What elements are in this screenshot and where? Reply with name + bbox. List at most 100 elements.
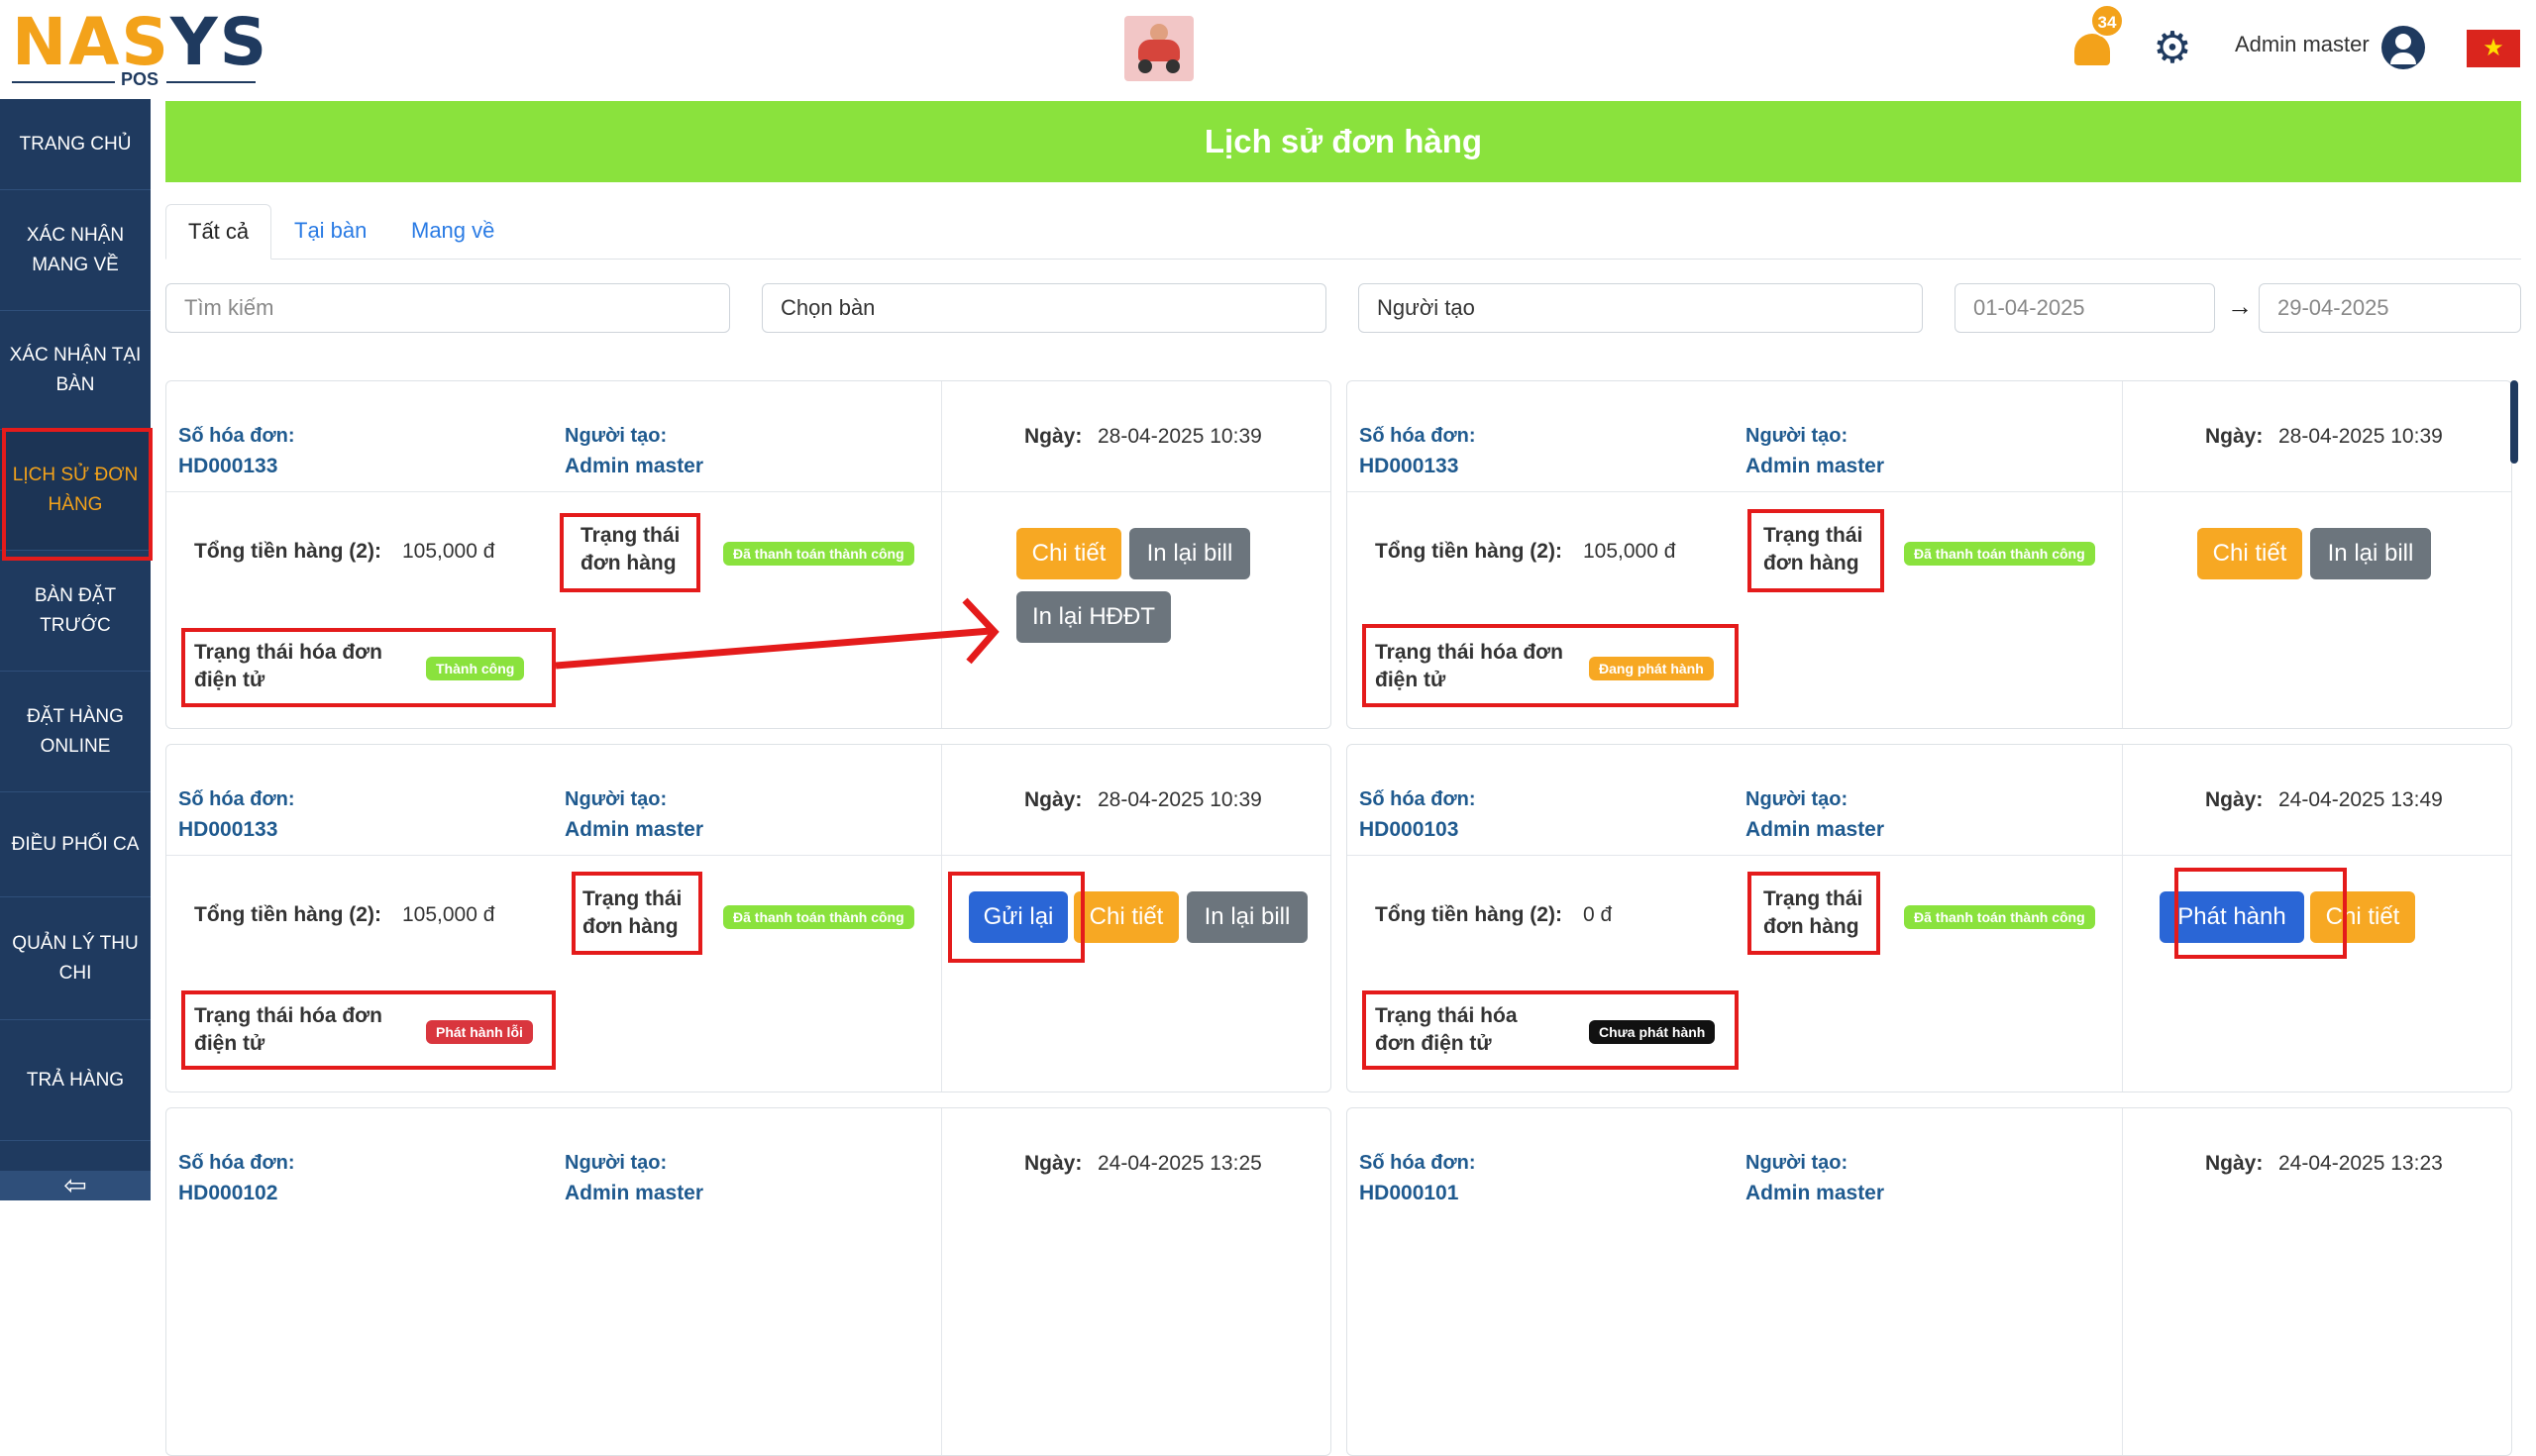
order-card: Số hóa đơn: HD000102 Người tạo: Admin ma… — [165, 1107, 1331, 1456]
invoice-label: Số hóa đơn: — [178, 1152, 295, 1174]
delivery-brand-image — [1124, 16, 1194, 81]
creator-name: Admin master — [1745, 1182, 1885, 1204]
order-date: 24-04-2025 13:25 — [1098, 1152, 1262, 1175]
page-title: Lịch sử đơn hàng — [165, 101, 2521, 182]
sidebar-item-order-history[interactable]: LỊCH SỬ ĐƠN HÀNG — [0, 430, 151, 551]
total-label: Tổng tiền hàng (2): — [194, 903, 381, 926]
sidebar-item-shift-coordination[interactable]: ĐIỀU PHỐI CA — [0, 792, 151, 897]
date-label: Ngày: — [2205, 1152, 2264, 1175]
sidebar-item-income-expense[interactable]: QUẢN LÝ THU CHI — [0, 897, 151, 1020]
order-status-badge: Đã thanh toán thành công — [1904, 905, 2095, 929]
creator-label: Người tạo: — [565, 1152, 668, 1174]
creator-label: Người tạo: — [1745, 1152, 1849, 1174]
creator-label: Người tạo: — [565, 788, 668, 810]
order-status-label: Trạng thái đơn hàng — [1763, 887, 1863, 938]
order-date: 24-04-2025 13:23 — [2278, 1152, 2443, 1175]
creator-name: Admin master — [1745, 818, 1885, 841]
order-date: 28-04-2025 10:39 — [2278, 425, 2443, 448]
total-value: 0 đ — [1583, 903, 1613, 926]
vietnam-flag-icon[interactable]: ★ — [2467, 30, 2520, 67]
order-card: Số hóa đơn: HD000133 Người tạo: Admin ma… — [165, 380, 1331, 729]
total-value: 105,000 đ — [402, 903, 495, 926]
collapse-sidebar-icon[interactable]: ⇦ — [0, 1171, 151, 1200]
sidebar-item-home[interactable]: TRANG CHỦ — [0, 99, 151, 190]
logo-word-b: YS — [169, 4, 269, 80]
einvoice-status-label: Trạng thái hóa đơn điện tử — [194, 1004, 382, 1055]
invoice-number: HD000133 — [178, 455, 278, 477]
date-label: Ngày: — [1024, 425, 1083, 448]
einvoice-status-badge: Chưa phát hành — [1589, 1020, 1716, 1044]
gear-icon[interactable]: ⚙ — [2152, 27, 2193, 70]
notification-count-badge: 34 — [2090, 4, 2124, 38]
order-date: 28-04-2025 10:39 — [1098, 425, 1262, 448]
invoice-label: Số hóa đơn: — [178, 788, 295, 810]
sidebar-item-confirm-takeaway[interactable]: XÁC NHẬN MANG VỀ — [0, 190, 151, 311]
reprint-bill-button[interactable]: In lại bill — [1187, 891, 1308, 943]
einvoice-status-label: Trạng thái hóa đơn điện tử — [1375, 1004, 1518, 1055]
invoice-label: Số hóa đơn: — [1359, 788, 1476, 810]
sidebar-item-online-orders[interactable]: ĐẶT HÀNG ONLINE — [0, 672, 151, 792]
publish-button[interactable]: Phát hành — [2160, 891, 2304, 943]
order-status-label: Trạng thái đơn hàng — [581, 524, 681, 574]
date-label: Ngày: — [2205, 425, 2264, 448]
creator-name: Admin master — [565, 818, 704, 841]
detail-button[interactable]: Chi tiết — [2310, 891, 2415, 943]
date-label: Ngày: — [2205, 788, 2264, 811]
tab-bar: Tất cả Tại bàn Mang về — [165, 204, 2521, 260]
resend-button[interactable]: Gửi lại — [969, 891, 1068, 943]
table-select[interactable]: Chọn bàn — [762, 283, 1326, 333]
date-to-input[interactable]: 29-04-2025 — [2259, 283, 2521, 333]
sidebar-item-reservations[interactable]: BÀN ĐẶT TRƯỚC — [0, 551, 151, 672]
creator-label: Người tạo: — [1745, 788, 1849, 810]
scrollbar[interactable] — [2510, 380, 2518, 464]
invoice-number: HD000101 — [1359, 1182, 1459, 1204]
order-card: Số hóa đơn: HD000101 Người tạo: Admin ma… — [1346, 1107, 2512, 1456]
arrow-right-icon: → — [2227, 291, 2253, 321]
order-card: Số hóa đơn: HD000103 Người tạo: Admin ma… — [1346, 744, 2512, 1092]
detail-button[interactable]: Chi tiết — [2197, 528, 2302, 579]
order-date: 28-04-2025 10:39 — [1098, 788, 1262, 811]
detail-button[interactable]: Chi tiết — [1074, 891, 1179, 943]
sidebar-item-confirm-dine-in[interactable]: XÁC NHẬN TẠI BÀN — [0, 311, 151, 430]
einvoice-status-label: Trạng thái hóa đơn điện tử — [1375, 641, 1563, 691]
total-label: Tổng tiền hàng (2): — [194, 540, 381, 563]
tab-all[interactable]: Tất cả — [165, 204, 272, 260]
tab-dine-in[interactable]: Tại bàn — [272, 204, 388, 260]
order-status-badge: Đã thanh toán thành công — [1904, 542, 2095, 566]
invoice-number: HD000133 — [178, 818, 278, 841]
date-from-input[interactable]: 01-04-2025 — [1955, 283, 2215, 333]
total-value: 105,000 đ — [1583, 540, 1676, 563]
reprint-bill-button[interactable]: In lại bill — [1129, 528, 1250, 579]
search-input[interactable]: Tìm kiếm — [165, 283, 730, 333]
invoice-number: HD000103 — [1359, 818, 1459, 841]
nasys-pos-logo[interactable]: NASYS POS — [12, 8, 266, 89]
invoice-label: Số hóa đơn: — [178, 425, 295, 447]
reprint-einvoice-button[interactable]: In lại HĐĐT — [1016, 591, 1171, 643]
total-label: Tổng tiền hàng (2): — [1375, 540, 1562, 563]
invoice-number: HD000102 — [178, 1182, 278, 1204]
user-avatar-icon[interactable] — [2381, 26, 2425, 69]
order-status-badge: Đã thanh toán thành công — [723, 542, 914, 566]
creator-name: Admin master — [565, 455, 704, 477]
creator-name: Admin master — [565, 1182, 704, 1204]
einvoice-status-label: Trạng thái hóa đơn điện tử — [194, 641, 382, 691]
order-date: 24-04-2025 13:49 — [2278, 788, 2443, 811]
date-label: Ngày: — [1024, 788, 1083, 811]
date-label: Ngày: — [1024, 1152, 1083, 1175]
order-status-label: Trạng thái đơn hàng — [1763, 524, 1863, 574]
sidebar: TRANG CHỦ XÁC NHẬN MANG VỀ XÁC NHẬN TẠI … — [0, 99, 151, 1200]
user-name[interactable]: Admin master — [2235, 32, 2370, 57]
total-value: 105,000 đ — [402, 540, 495, 563]
detail-button[interactable]: Chi tiết — [1016, 528, 1121, 579]
notification-bell-icon[interactable]: 34 — [2070, 4, 2124, 71]
creator-name: Admin master — [1745, 455, 1885, 477]
creator-label: Người tạo: — [565, 425, 668, 447]
top-header: NASYS POS 34 ⚙ Admin master ★ — [0, 0, 2536, 99]
einvoice-status-badge: Thành công — [426, 657, 525, 680]
tab-takeaway[interactable]: Mang về — [389, 204, 516, 260]
creator-select[interactable]: Người tạo — [1358, 283, 1923, 333]
sidebar-item-returns[interactable]: TRẢ HÀNG — [0, 1020, 151, 1141]
invoice-label: Số hóa đơn: — [1359, 425, 1476, 447]
invoice-number: HD000133 — [1359, 455, 1459, 477]
reprint-bill-button[interactable]: In lại bill — [2310, 528, 2431, 579]
